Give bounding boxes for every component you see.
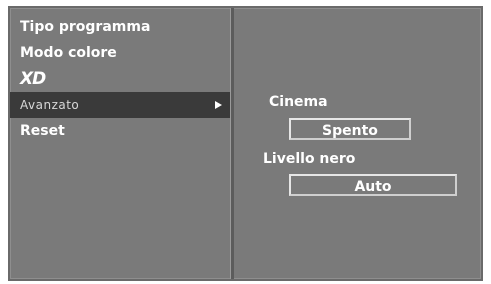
- menu-item-reset[interactable]: Reset: [10, 118, 230, 144]
- avanzato-submenu: Cinema Spento Livello nero Auto: [233, 8, 481, 279]
- livello-nero-value: Auto: [354, 179, 392, 195]
- menu-item-avanzato[interactable]: Avanzato: [10, 92, 230, 118]
- livello-nero-value-field[interactable]: Auto: [289, 174, 457, 196]
- menu-item-tipo-programma[interactable]: Tipo programma: [10, 14, 230, 40]
- osd-screen: Tipo programma Modo colore XD Avanzato R…: [8, 6, 483, 281]
- menu-item-label: Tipo programma: [20, 19, 151, 35]
- menu-item-xd[interactable]: XD: [10, 66, 230, 92]
- xd-logo: XD: [20, 69, 46, 89]
- arrow-right-icon: [215, 101, 222, 109]
- livello-nero-label: Livello nero: [263, 151, 356, 167]
- menu-item-label: Avanzato: [20, 98, 80, 112]
- cinema-value-field[interactable]: Spento: [289, 118, 411, 140]
- menu-item-label: Reset: [20, 123, 65, 139]
- cinema-label: Cinema: [269, 94, 328, 110]
- menu-item-modo-colore[interactable]: Modo colore: [10, 40, 230, 66]
- cinema-value: Spento: [322, 123, 378, 139]
- menu-item-label: Modo colore: [20, 45, 117, 61]
- main-menu: Tipo programma Modo colore XD Avanzato R…: [10, 14, 230, 144]
